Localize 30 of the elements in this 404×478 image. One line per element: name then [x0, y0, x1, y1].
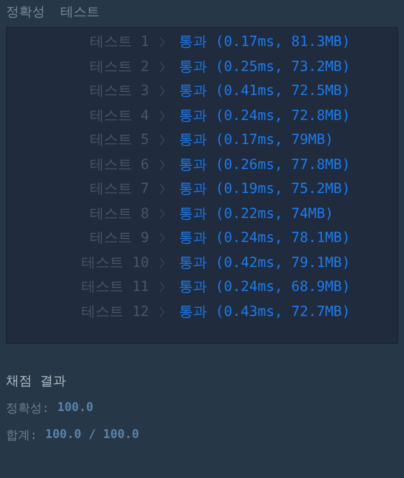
test-result: 통과 (0.24ms, 78.1MB) [179, 229, 350, 248]
chevron-icon [159, 60, 165, 73]
chevron-icon [159, 232, 165, 244]
chevron-icon [159, 281, 165, 294]
chevron-icon [159, 85, 165, 98]
test-result: 통과 (0.43ms, 72.7MB) [179, 302, 350, 321]
score-value: 100.0 / 100.0 [45, 427, 140, 443]
chevron-icon [159, 36, 165, 48]
score-value: 100.0 [57, 400, 94, 416]
chevron-icon [159, 183, 165, 196]
chevron-icon [159, 208, 165, 220]
test-result: 통과 (0.19ms, 75.2MB) [179, 180, 350, 198]
test-result: 통과 (0.22ms, 74MB) [179, 204, 334, 223]
test-result: 통과 (0.42ms, 79.1MB) [179, 254, 350, 272]
test-result: 통과 (0.24ms, 68.9MB) [179, 278, 350, 296]
section-title: 정확성 테스트 [5, 4, 101, 22]
grading-result-title: 채점 결과 [6, 373, 67, 390]
test-result: 통과 (0.25ms, 73.2MB) [179, 58, 350, 76]
score-label: 정확성: [6, 400, 50, 417]
test-result: 통과 (0.26ms, 77.8MB) [179, 156, 350, 174]
chevron-icon [159, 158, 165, 171]
chevron-icon [159, 134, 165, 146]
test-result: 통과 (0.24ms, 72.8MB) [179, 106, 350, 125]
test-result: 통과 (0.17ms, 81.3MB) [179, 33, 350, 52]
test-result: 통과 (0.17ms, 79MB) [179, 131, 334, 150]
chevron-icon [159, 306, 165, 318]
score-label: 합계: [6, 427, 38, 444]
chevron-icon [159, 256, 165, 269]
chevron-icon [159, 110, 165, 122]
test-result: 통과 (0.41ms, 72.5MB) [179, 82, 350, 100]
